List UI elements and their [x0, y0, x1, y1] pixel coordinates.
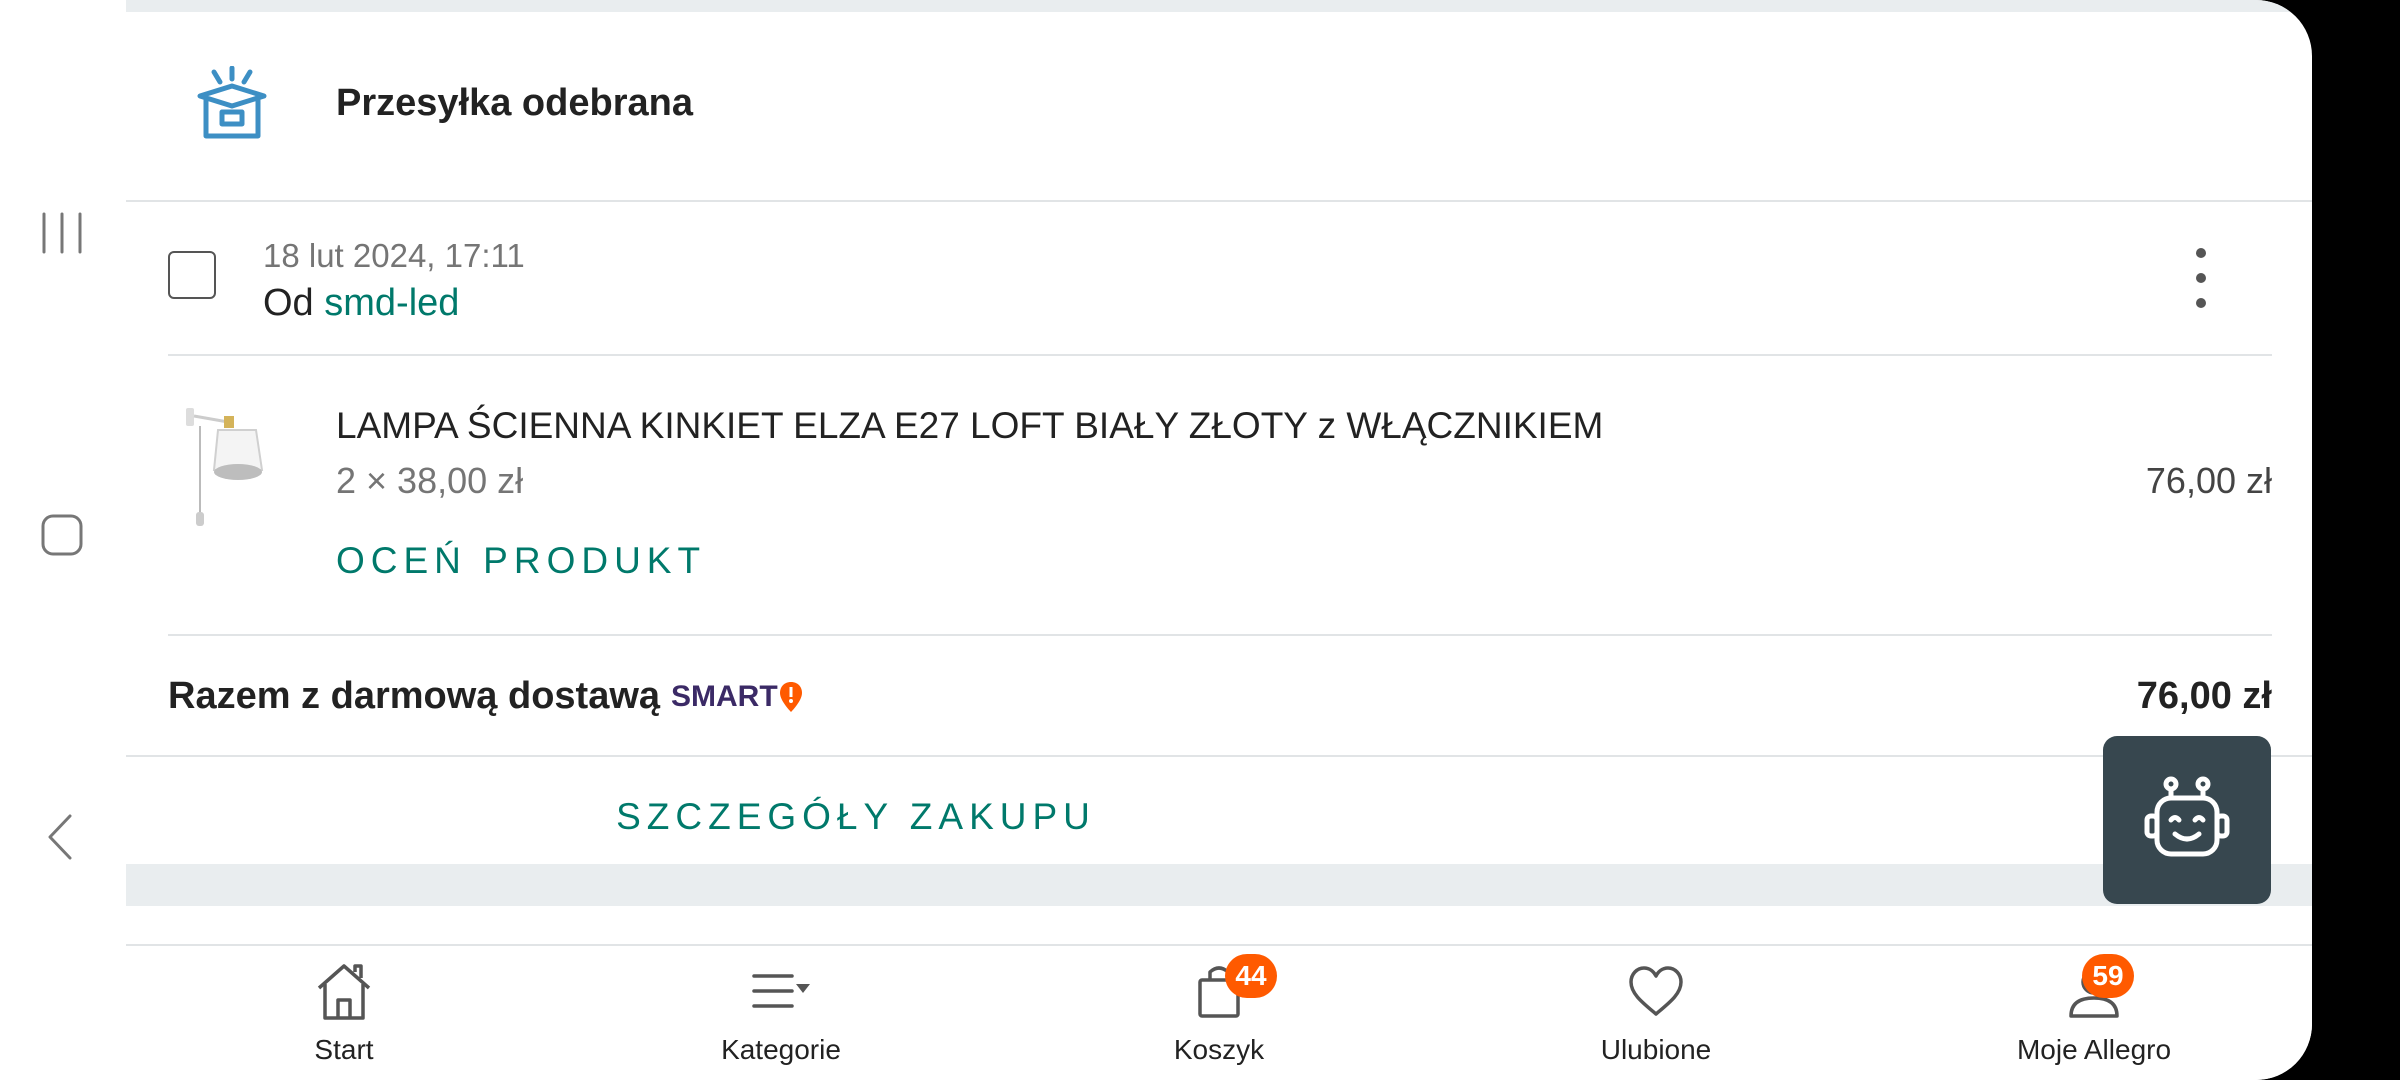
purchase-details-button[interactable]: SZCZEGÓŁY ZAKUPU	[126, 770, 1216, 864]
more-options-icon[interactable]	[2186, 248, 2216, 308]
summary-total: 76,00 zł	[2136, 675, 2272, 717]
tab-categories[interactable]: Kategorie	[661, 946, 901, 1080]
smart-pin-icon	[779, 682, 802, 712]
tab-start-label: Start	[314, 1034, 374, 1065]
heart-icon	[1623, 958, 1689, 1024]
section-separator	[126, 864, 2312, 906]
recent-apps-button[interactable]	[40, 210, 84, 256]
home-button[interactable]	[40, 512, 84, 558]
product-quantity-price: 2 × 38,00 zł	[336, 460, 524, 501]
divider	[126, 200, 2312, 202]
bottom-navigation: Start Kategorie 44 Koszyk Ulubione 59 Mo…	[126, 944, 2312, 1080]
smart-label: SMART	[671, 680, 778, 713]
product-thumbnail[interactable]	[178, 400, 288, 530]
back-button[interactable]	[40, 812, 84, 862]
smart-badge: SMART	[671, 680, 804, 714]
shipment-box-icon	[190, 65, 274, 146]
cart-count-badge: 44	[1225, 954, 1277, 998]
tab-start[interactable]: Start	[224, 946, 464, 1080]
tab-my-allegro[interactable]: 59 Moje Allegro	[1974, 946, 2214, 1080]
tab-categories-label: Kategorie	[721, 1034, 841, 1065]
robot-icon	[2144, 776, 2230, 857]
purchase-details-label: SZCZEGÓŁY ZAKUPU	[616, 796, 1096, 837]
seller-prefix: Od	[263, 282, 314, 324]
product-name[interactable]: LAMPA ŚCIENNA KINKIET ELZA E27 LOFT BIAŁ…	[336, 405, 1603, 447]
divider	[168, 354, 2272, 356]
categories-menu-icon	[748, 958, 814, 1024]
tab-favorites-label: Ulubione	[1600, 1034, 1712, 1065]
tab-cart-label: Koszyk	[1173, 1034, 1265, 1065]
top-separator	[126, 0, 2312, 12]
tab-favorites[interactable]: Ulubione	[1536, 946, 1776, 1080]
summary-label: Razem z darmową dostawą	[168, 675, 661, 717]
divider	[126, 755, 2312, 757]
app-window: Przesyłka odebrana 18 lut 2024, 17:11 Od…	[126, 0, 2312, 1080]
product-total-price: 76,00 zł	[2145, 460, 2272, 501]
system-nav-rail	[0, 0, 126, 1080]
my-allegro-count-badge: 59	[2082, 954, 2134, 998]
tab-cart[interactable]: 44 Koszyk	[1099, 946, 1339, 1080]
tab-my-allegro-label: Moje Allegro	[2016, 1034, 2172, 1065]
assistant-bot-button[interactable]	[2103, 736, 2271, 904]
order-date: 18 lut 2024, 17:11	[263, 237, 525, 274]
seller-line: Od smd-led	[263, 282, 459, 325]
order-select-checkbox[interactable]	[168, 251, 216, 299]
seller-link[interactable]: smd-led	[324, 282, 459, 324]
shipment-status-title: Przesyłka odebrana	[336, 82, 693, 124]
rate-product-button[interactable]: OCEŃ PRODUKT	[336, 540, 706, 582]
home-icon	[311, 958, 377, 1024]
divider	[168, 634, 2272, 636]
